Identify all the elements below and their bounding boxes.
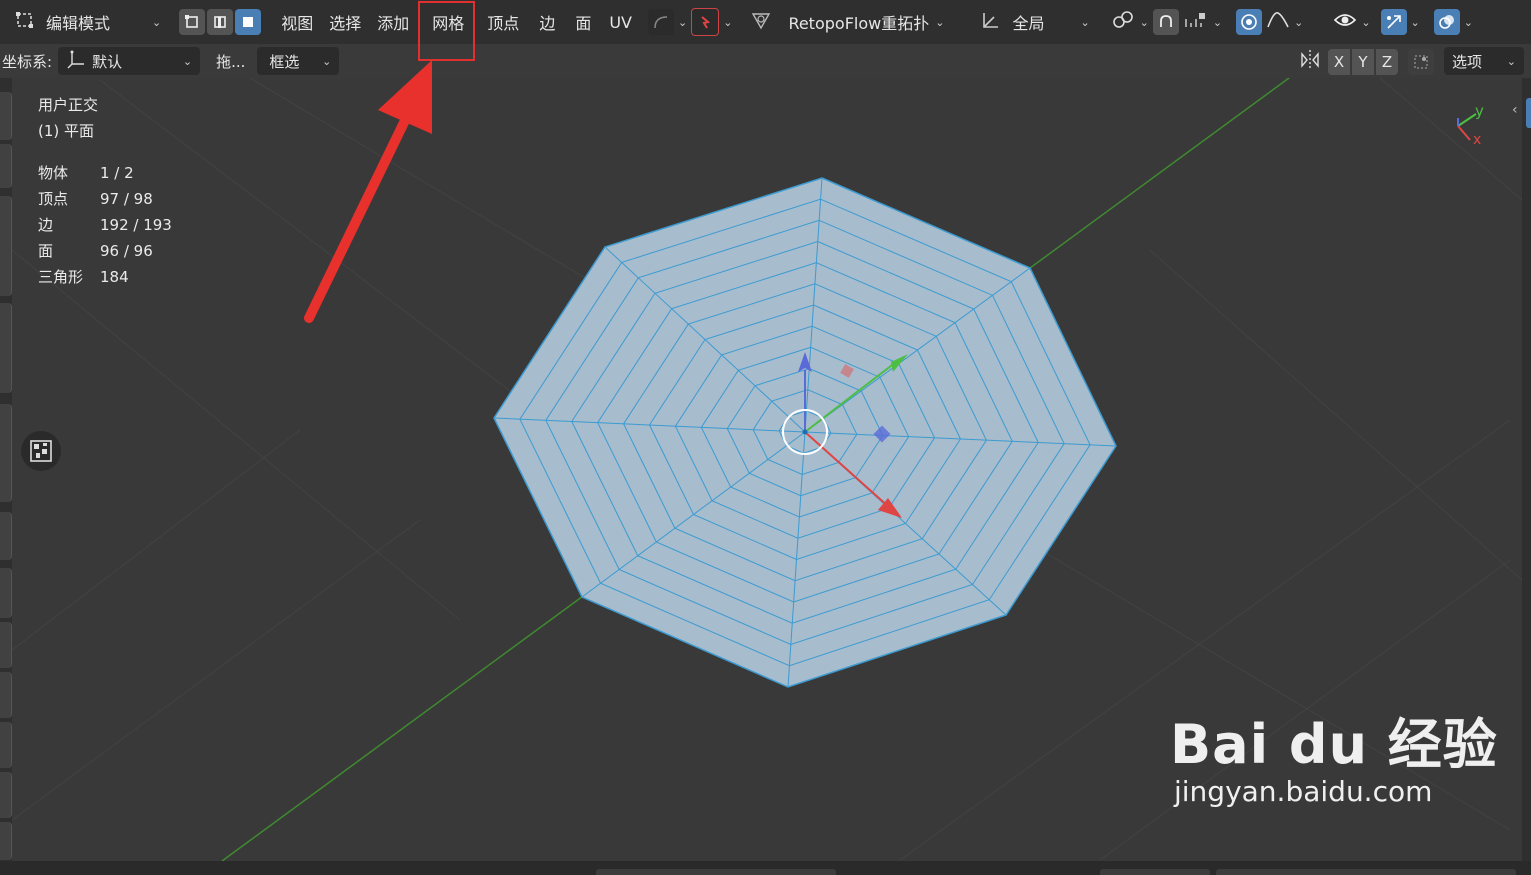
baidu-watermark: Bai du 经验 jingyan.baidu.com [1170,715,1498,809]
watermark-brand: Bai du 经验 [1170,713,1498,776]
status-bar-tab[interactable] [1100,869,1210,875]
status-bar-tab[interactable] [1216,869,1516,875]
status-bar-tab[interactable] [596,869,836,875]
watermark-url: jingyan.baidu.com [1174,775,1433,808]
status-bar [0,861,1531,875]
